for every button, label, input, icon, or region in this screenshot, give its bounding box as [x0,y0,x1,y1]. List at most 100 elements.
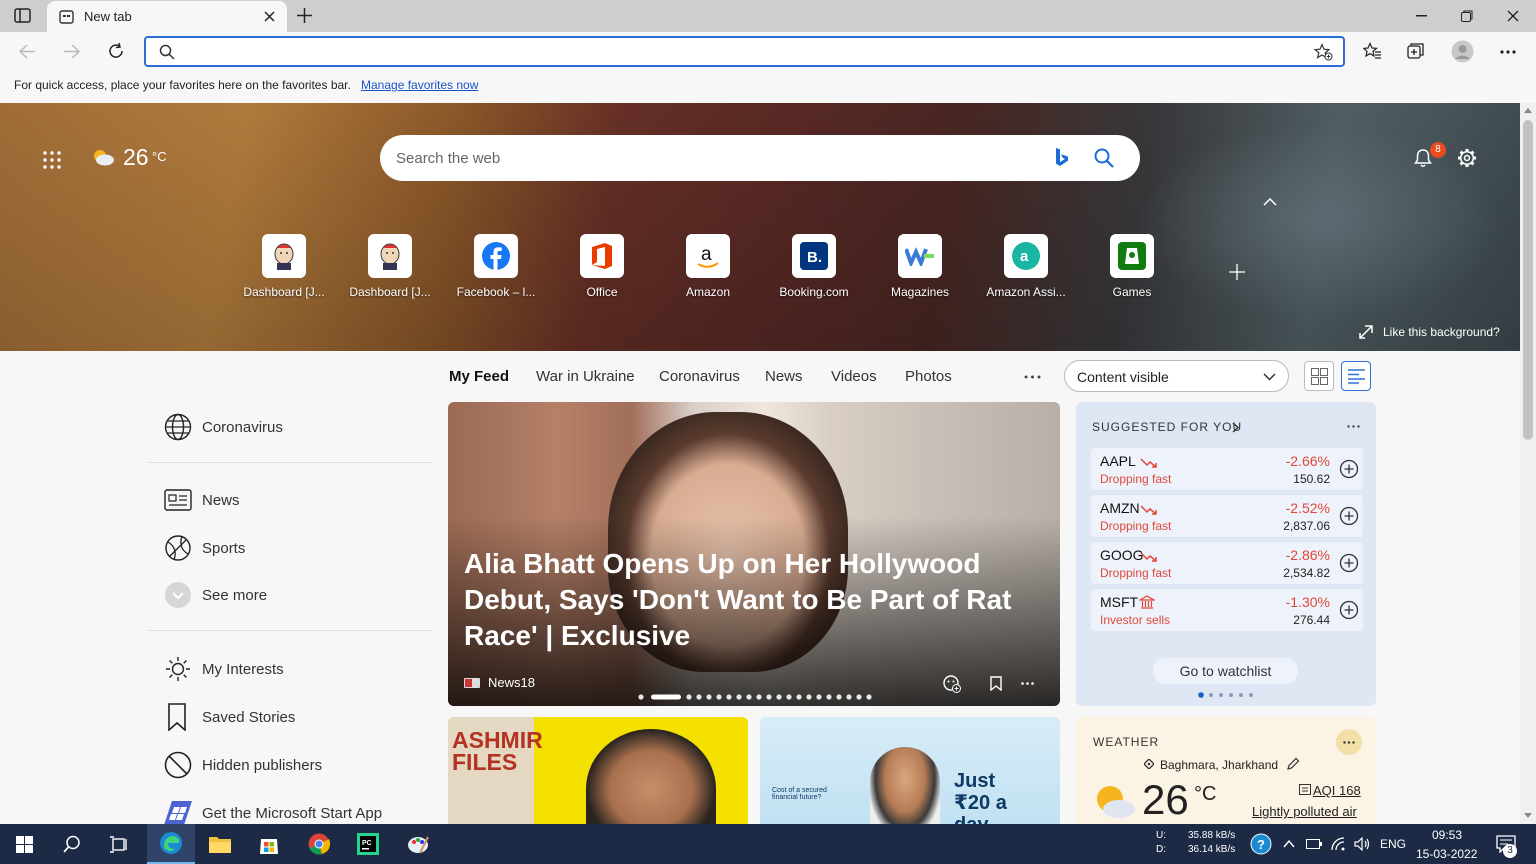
carousel-dot[interactable] [826,694,832,700]
kashmir-files-card[interactable]: ASHMIR FILES [448,717,748,824]
pycharm-icon[interactable]: PC [348,828,388,860]
go-to-watchlist-button[interactable]: Go to watchlist [1153,658,1298,684]
add-to-watchlist-icon[interactable] [1339,506,1359,526]
carousel-dot[interactable] [796,694,802,700]
tab-actions-icon[interactable] [14,8,32,24]
carousel-dot[interactable] [726,694,732,700]
carousel-dot[interactable] [856,694,862,700]
add-to-watchlist-icon[interactable] [1339,553,1359,573]
scrollbar-thumb[interactable] [1523,120,1533,440]
carousel-dot[interactable] [706,694,712,700]
sidebar-item[interactable]: Saved Stories [164,702,295,732]
react-emoji-icon[interactable] [943,675,961,693]
carousel-dot[interactable] [866,694,872,700]
carousel-dot[interactable] [836,694,842,700]
apps-launcher-icon[interactable] [43,151,61,169]
favorites-icon[interactable] [1363,42,1382,60]
carousel-dot-active[interactable] [651,694,681,700]
like-background-link[interactable]: Like this background? [1383,325,1500,339]
file-explorer-icon[interactable] [200,828,240,860]
close-window-icon[interactable] [1507,10,1519,22]
pager-dot[interactable] [1249,693,1253,697]
chrome-icon[interactable] [299,828,339,860]
pager-dot[interactable] [1229,693,1233,697]
grid-view-button[interactable] [1304,361,1334,391]
settings-gear-icon[interactable] [1457,148,1477,168]
sidebar-item[interactable]: Sports [164,533,245,563]
language-indicator[interactable]: ENG [1380,837,1406,851]
sidebar-item[interactable]: News [164,485,240,515]
carousel-dot[interactable] [746,694,752,700]
sidebar-item[interactable]: My Interests [164,654,284,684]
edge-taskbar-icon[interactable] [147,824,195,864]
carousel-pager[interactable] [638,694,872,700]
add-favorite-icon[interactable] [1314,43,1333,61]
carousel-dot[interactable] [846,694,852,700]
carousel-dot[interactable] [736,694,742,700]
task-view-icon[interactable] [99,828,139,860]
pager-dot[interactable] [1209,693,1213,697]
restore-icon[interactable] [1461,10,1473,22]
tab-photos[interactable]: Photos [905,368,952,385]
collapse-chevron-up-icon[interactable] [1263,198,1277,206]
carousel-dot[interactable] [756,694,762,700]
manage-favorites-link[interactable]: Manage favorites now [361,78,478,92]
carousel-dot[interactable] [786,694,792,700]
search-input[interactable]: Search the web [396,150,500,167]
weather-location[interactable]: Baghmara, Jharkhand [1160,758,1278,772]
minimize-icon[interactable] [1416,15,1427,17]
clock-date[interactable]: 15-03-2022 [1416,847,1477,861]
sidebar-item[interactable]: Hidden publishers [164,750,322,780]
add-to-watchlist-icon[interactable] [1339,459,1359,479]
carousel-dot[interactable] [686,694,692,700]
story-headline[interactable]: Alia Bhatt Opens Up on Her Hollywood Deb… [464,546,1034,654]
forward-icon[interactable] [63,44,80,59]
edit-pencil-icon[interactable] [1287,757,1300,770]
aqi-description[interactable]: Lightly polluted air [1252,804,1357,819]
insurance-ad-card[interactable]: Cost of a secured financial future? Just… [760,717,1060,824]
aqi-value[interactable]: AQI 168 [1313,783,1361,798]
quick-link-tile[interactable]: a Amazon Assi... [980,234,1072,304]
carousel-dot[interactable] [766,694,772,700]
quick-link-tile[interactable]: Facebook – l... [450,234,542,304]
microsoft-store-icon[interactable] [249,828,289,860]
list-view-button[interactable] [1341,361,1371,391]
clock-time[interactable]: 09:53 [1432,828,1462,842]
stock-row[interactable]: GOOG Dropping fast -2.86% 2,534.82 [1091,542,1363,584]
refresh-icon[interactable] [107,42,125,60]
paint-icon[interactable] [398,828,438,860]
stocks-title[interactable]: SUGGESTED FOR YOU [1092,420,1242,434]
carousel-dot[interactable] [696,694,702,700]
more-tabs-icon[interactable] [1024,375,1041,379]
address-bar[interactable] [144,36,1345,67]
page-scrollbar[interactable] [1520,103,1536,824]
tab-videos[interactable]: Videos [831,368,877,385]
quick-link-tile[interactable]: Office [556,234,648,304]
volume-icon[interactable] [1344,828,1380,860]
profile-avatar[interactable] [1451,40,1474,63]
save-bookmark-icon[interactable] [990,676,1002,691]
quick-link-tile[interactable]: a Amazon [662,234,754,304]
tab-news[interactable]: News [765,368,803,385]
quick-link-tile[interactable]: B. Booking.com [768,234,860,304]
new-tab-plus-icon[interactable] [297,8,312,23]
tab-coronavirus[interactable]: Coronavirus [659,368,740,385]
stocks-pager[interactable] [1196,692,1256,698]
top-story-card[interactable]: Alia Bhatt Opens Up on Her Hollywood Deb… [448,402,1060,706]
stock-row[interactable]: AAPL Dropping fast -2.66% 150.62 [1091,448,1363,490]
carousel-dot[interactable] [806,694,812,700]
carousel-dot[interactable] [816,694,822,700]
tab-war-in-ukraine[interactable]: War in Ukraine [536,368,635,385]
stocks-more-icon[interactable] [1347,425,1360,428]
add-site-plus-icon[interactable] [1229,264,1245,280]
quick-link-tile[interactable]: Games [1086,234,1178,304]
quick-link-tile[interactable]: Dashboard [J... [238,234,330,304]
close-tab-icon[interactable] [264,11,275,22]
story-more-icon[interactable] [1021,682,1034,685]
taskbar-search-icon[interactable] [52,828,92,860]
carousel-dot[interactable] [716,694,722,700]
content-visibility-select[interactable]: Content visible [1064,360,1289,392]
stock-row[interactable]: AMZN Dropping fast -2.52% 2,837.06 [1091,495,1363,537]
weather-sun-cloud-icon[interactable] [91,147,115,167]
hero-weather-temp[interactable]: 26 [123,144,149,171]
